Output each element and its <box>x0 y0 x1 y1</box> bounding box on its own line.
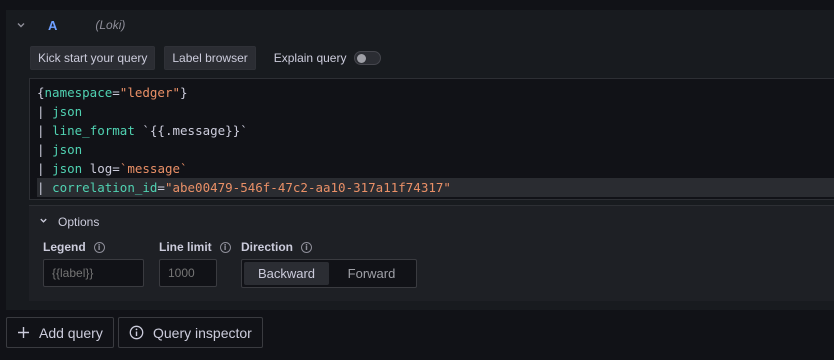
code-token: namespace <box>44 85 113 100</box>
line-limit-input[interactable] <box>159 259 217 287</box>
query-datasource-name: (Loki) <box>95 18 126 32</box>
code-token: line_format <box>52 123 135 138</box>
query-ref-id[interactable]: A <box>48 18 57 33</box>
code-token: `{{.message}}` <box>134 123 248 138</box>
code-token: | <box>37 123 53 138</box>
code-line: {namespace="ledger"} <box>37 83 834 102</box>
code-line: | correlation_id="abe00479-546f-47c2-aa1… <box>37 178 834 197</box>
code-token: = <box>112 161 120 176</box>
plus-icon <box>17 326 30 339</box>
code-token: log <box>82 161 113 176</box>
query-toolbar: Kick start your query Label browser Expl… <box>30 46 382 70</box>
direction-field-label: Direction i <box>241 240 313 254</box>
direction-radio-group: Backward Forward <box>241 259 417 288</box>
code-token: = <box>157 180 165 195</box>
collapse-query-chevron-icon[interactable] <box>6 10 36 40</box>
options-collapse-toggle[interactable]: Options <box>39 215 99 229</box>
line-limit-label-text: Line limit <box>159 240 212 254</box>
logql-code-editor[interactable]: {namespace="ledger"} | json | line_format … <box>29 78 834 200</box>
explain-query-label: Explain query <box>273 51 347 65</box>
code-line: | line_format `{{.message}}` <box>37 121 834 140</box>
direction-forward-option[interactable]: Forward <box>329 262 414 285</box>
info-icon[interactable]: i <box>219 241 231 253</box>
options-title: Options <box>58 215 100 229</box>
add-query-button[interactable]: Add query <box>6 317 114 348</box>
explain-query-toggle[interactable] <box>354 51 382 65</box>
direction-backward-option[interactable]: Backward <box>244 262 329 285</box>
code-line: | json log=`message` <box>37 159 834 178</box>
code-token: correlation_id <box>52 180 158 195</box>
query-inspector-label: Query inspector <box>153 324 252 341</box>
label-browser-button[interactable]: Label browser <box>164 46 256 70</box>
info-circle-icon <box>129 325 144 340</box>
toggle-knob <box>357 54 367 63</box>
code-token: json <box>52 104 83 119</box>
code-token: { <box>37 85 45 100</box>
legend-label-text: Legend <box>43 240 86 254</box>
query-header-row: A (Loki) <box>6 10 834 40</box>
code-token: json <box>52 142 83 157</box>
add-query-label: Add query <box>39 324 103 341</box>
query-inspector-button[interactable]: Query inspector <box>118 317 263 348</box>
code-token: = <box>112 85 120 100</box>
legend-field-label: Legend i <box>43 240 105 254</box>
code-line: | json <box>37 140 834 159</box>
code-token: `message` <box>119 161 188 176</box>
chevron-down-icon <box>39 216 48 228</box>
info-icon[interactable]: i <box>93 241 105 253</box>
code-token: | <box>37 180 53 195</box>
code-token: "ledger" <box>119 85 181 100</box>
code-token: | <box>37 104 53 119</box>
code-token: | <box>37 142 53 157</box>
code-token: | <box>37 161 53 176</box>
code-token: } <box>180 85 188 100</box>
code-token: json <box>52 161 83 176</box>
code-token: "abe00479-546f-47c2-aa10-317a11f74317" <box>164 180 451 195</box>
legend-input[interactable] <box>43 259 144 287</box>
line-limit-field-label: Line limit i <box>159 240 231 254</box>
code-line: | json <box>37 102 834 121</box>
query-options-panel: Options Legend i Line limit i Direction … <box>29 205 834 301</box>
direction-label-text: Direction <box>241 240 294 254</box>
info-icon[interactable]: i <box>301 241 313 253</box>
kick-start-query-button[interactable]: Kick start your query <box>30 46 156 70</box>
